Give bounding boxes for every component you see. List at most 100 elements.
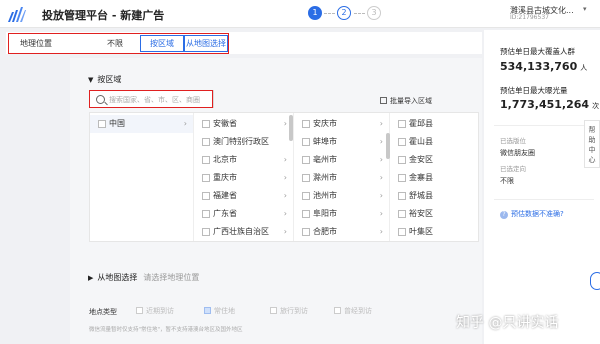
list-item[interactable]: 霍山县 [390, 133, 478, 151]
location-option-resident[interactable]: 常住地 [204, 306, 235, 316]
region-section-title: 按区域 [97, 75, 122, 84]
list-item-label: 北京市 [213, 155, 237, 164]
region-section-header[interactable]: ▼ 按区域 [88, 74, 121, 85]
brand-logo-icon [8, 7, 26, 22]
selected-direction-value: 不限 [500, 177, 514, 185]
checkbox[interactable] [98, 120, 106, 128]
location-option-label: 旅行到访 [280, 307, 308, 315]
step-divider [324, 13, 335, 14]
checkbox[interactable] [302, 228, 310, 236]
list-item[interactable]: 舒城县 [390, 187, 478, 205]
step-2[interactable]: 2 [337, 6, 351, 20]
exposure-value: 1,773,451,264 次 [500, 98, 599, 111]
city-column: 安庆市 › 蚌埠市 › 亳州市 › 滁州市 › 池州市 › 阜阳市 › 合肥市 › [294, 113, 390, 241]
checkbox[interactable] [398, 210, 406, 218]
floating-service-button[interactable] [590, 272, 600, 290]
step-1[interactable]: 1 [308, 6, 322, 20]
batch-import-button[interactable]: 批量导入区域 [380, 96, 432, 106]
checkbox[interactable] [398, 120, 406, 128]
chevron-right-icon: › [379, 137, 383, 146]
coverage-label: 预估单日最大覆盖人群 [500, 47, 575, 56]
divider [494, 199, 594, 200]
estimate-feedback-link[interactable]: ? 预估数据不准确? [500, 209, 564, 219]
list-item[interactable]: 广西壮族自治区 › [194, 223, 293, 241]
checkbox[interactable] [334, 307, 341, 314]
step-3[interactable]: 3 [367, 6, 381, 20]
checkbox[interactable] [202, 228, 210, 236]
location-option-visited[interactable]: 曾经到访 [334, 306, 372, 316]
checkbox[interactable] [398, 228, 406, 236]
list-item[interactable]: 重庆市 › [194, 169, 293, 187]
checkbox[interactable] [202, 138, 210, 146]
checkbox[interactable] [398, 192, 406, 200]
chevron-right-icon: › [379, 209, 383, 218]
list-item[interactable]: 金寨县 [390, 169, 478, 187]
chevron-right-icon: › [283, 227, 287, 236]
help-center-tab[interactable]: 帮 助 中 心 [584, 120, 600, 168]
estimate-sidebar [484, 30, 600, 344]
checkbox[interactable] [202, 192, 210, 200]
location-option-recent[interactable]: 近期到访 [136, 306, 174, 316]
checkbox[interactable] [302, 210, 310, 218]
location-type-note: 微信流量暂时仅支持"常住地"，暂不支持港澳台地区及国外地区 [89, 327, 243, 333]
checkbox[interactable] [398, 138, 406, 146]
map-select-row[interactable]: ▶ 从地图选择 请选择地理位置 [88, 272, 199, 283]
list-item[interactable]: 金安区 [390, 151, 478, 169]
list-item[interactable]: 裕安区 [390, 205, 478, 223]
list-item-label: 池州市 [313, 191, 337, 200]
exposure-number: 1,773,451,264 [500, 98, 590, 111]
list-item[interactable]: 广东省 › [194, 205, 293, 223]
divider [494, 125, 594, 126]
selected-placement-label: 已选版位 [500, 137, 526, 145]
list-item[interactable]: 中国 › [90, 115, 193, 133]
list-item[interactable]: 池州市 › [294, 187, 389, 205]
checkbox[interactable] [202, 210, 210, 218]
list-item[interactable]: 福建省 › [194, 187, 293, 205]
question-icon: ? [500, 211, 508, 219]
checkbox[interactable] [204, 307, 211, 314]
checkbox[interactable] [136, 307, 143, 314]
list-item[interactable]: 亳州市 › [294, 151, 389, 169]
location-option-label: 曾经到访 [344, 307, 372, 315]
checkbox[interactable] [270, 307, 277, 314]
region-selector: 中国 › 安徽省 › 澳门特别行政区 北京市 › 重庆市 › 福建省 › 广东省 › 广西… [89, 112, 479, 242]
checkbox[interactable] [398, 174, 406, 182]
chevron-right-icon: › [283, 155, 287, 164]
scrollbar[interactable] [289, 115, 293, 141]
list-item-label: 金安区 [409, 155, 433, 164]
list-item[interactable]: 安庆市 › [294, 115, 389, 133]
checkbox[interactable] [398, 156, 406, 164]
chevron-right-icon: › [379, 227, 383, 236]
checkbox[interactable] [302, 120, 310, 128]
list-item[interactable]: 叶集区 [390, 223, 478, 241]
list-item[interactable]: 澳门特别行政区 [194, 133, 293, 151]
checkbox[interactable] [202, 174, 210, 182]
list-item[interactable]: 蚌埠市 › [294, 133, 389, 151]
checkbox[interactable] [202, 156, 210, 164]
coverage-unit: 人 [580, 64, 588, 72]
chevron-down-icon[interactable]: ▾ [583, 5, 587, 13]
list-item[interactable]: 安徽省 › [194, 115, 293, 133]
checkbox[interactable] [302, 156, 310, 164]
chevron-right-icon: › [379, 173, 383, 182]
country-column: 中国 › [90, 113, 194, 241]
list-item[interactable]: 合肥市 › [294, 223, 389, 241]
list-item[interactable]: 阜阳市 › [294, 205, 389, 223]
location-option-travel[interactable]: 旅行到访 [270, 306, 308, 316]
list-item-label: 福建省 [213, 191, 237, 200]
checkbox[interactable] [302, 138, 310, 146]
list-item-label: 亳州市 [313, 155, 337, 164]
list-item-label: 合肥市 [313, 227, 337, 236]
help-char: 中 [588, 146, 596, 154]
list-item-label: 叶集区 [409, 227, 433, 236]
page-title: 投放管理平台 - 新建广告 [42, 9, 165, 22]
list-item[interactable]: 北京市 › [194, 151, 293, 169]
list-item[interactable]: 霍邱县 [390, 115, 478, 133]
exposure-unit: 次 [592, 102, 600, 110]
list-item[interactable]: 滁州市 › [294, 169, 389, 187]
chevron-right-icon: › [183, 119, 187, 128]
checkbox[interactable] [302, 174, 310, 182]
chevron-right-icon: › [283, 191, 287, 200]
checkbox[interactable] [202, 120, 210, 128]
checkbox[interactable] [302, 192, 310, 200]
